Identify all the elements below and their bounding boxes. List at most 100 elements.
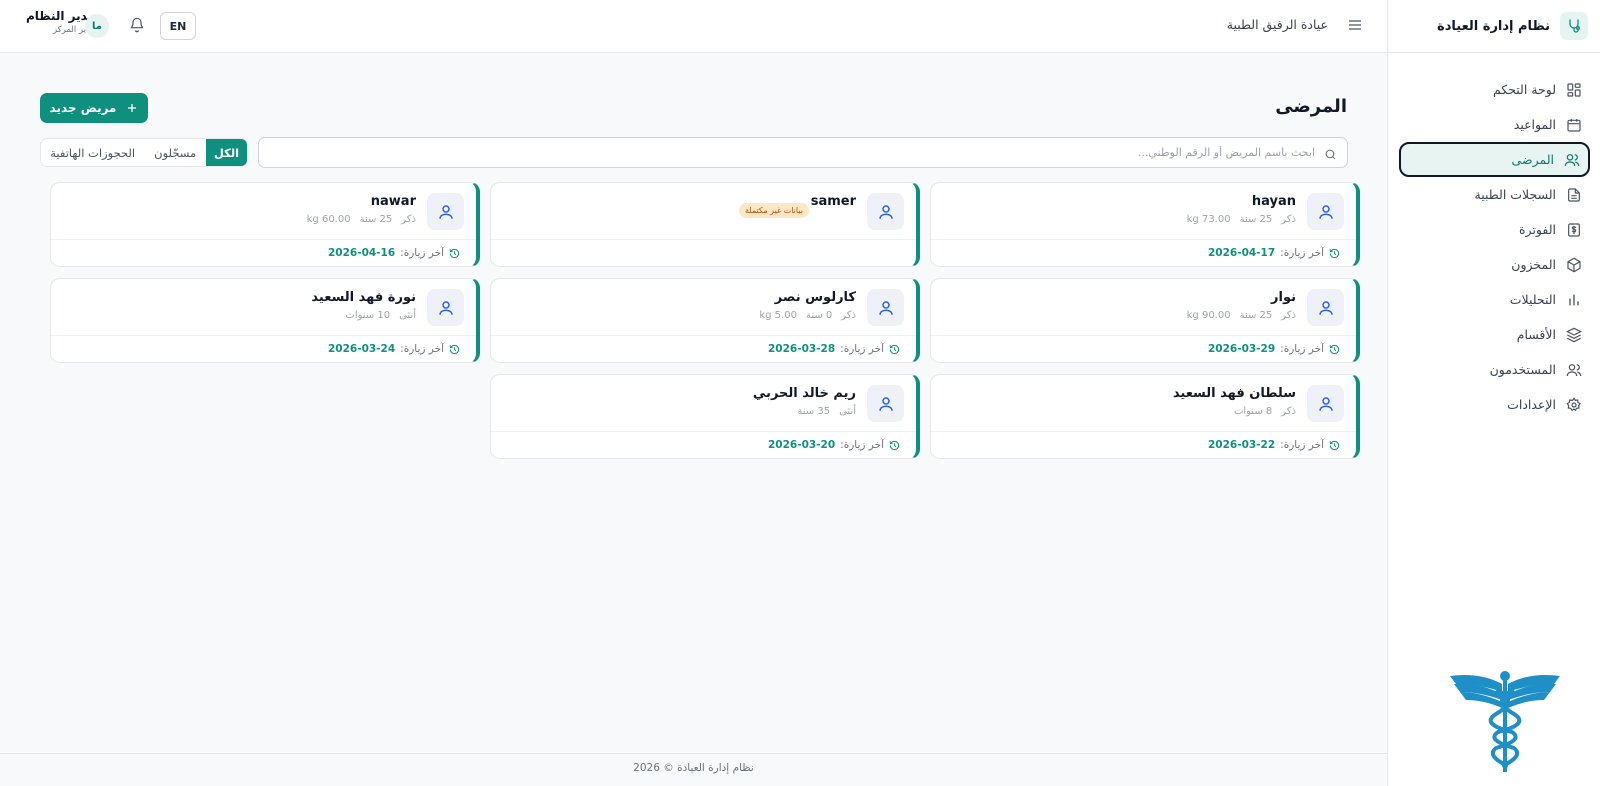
sidebar-item-billing[interactable]: الفوترة bbox=[1399, 212, 1590, 247]
patient-weight: kg 90.00 bbox=[1186, 310, 1231, 321]
last-visit-label: آخر زيارة: bbox=[1280, 439, 1324, 451]
sidebar-item-dashboard[interactable]: لوحة التحكم bbox=[1399, 72, 1590, 107]
patient-card[interactable]: ريم خالد الحربي أنثى 35 سنة آخر زيارة: 2026-… bbox=[490, 374, 920, 459]
patient-gender: أنثى bbox=[399, 310, 416, 321]
person-icon bbox=[427, 289, 464, 326]
last-visit-label: آخر زيارة: bbox=[400, 247, 444, 259]
document-icon bbox=[1568, 187, 1580, 202]
hamburger-menu-icon[interactable] bbox=[1347, 17, 1363, 37]
patient-gender: ذكر bbox=[1281, 214, 1296, 225]
patient-meta: ذكر 25 سنة kg 60.00 bbox=[307, 214, 416, 225]
avatar[interactable]: ما bbox=[85, 14, 109, 38]
patient-card[interactable]: كارلوس نصر ذكر 0 سنة kg 5.00 آخر زيارة: 2026-… bbox=[490, 278, 920, 363]
patient-card[interactable]: nawar ذكر 25 سنة kg 60.00 آخر زيارة: 2026-04-… bbox=[50, 182, 480, 267]
sidebar-item-medical-records[interactable]: السجلات الطبية bbox=[1399, 177, 1590, 212]
last-visit: آخر زيارة: 2026-03-22 bbox=[1208, 439, 1340, 451]
users-icon bbox=[1564, 153, 1580, 166]
layers-icon bbox=[1566, 327, 1582, 342]
patient-card[interactable]: samer بيانات غير مكتملة bbox=[490, 182, 920, 267]
card-divider bbox=[491, 431, 916, 432]
last-visit-label: آخر زيارة: bbox=[840, 343, 884, 355]
person-icon bbox=[1307, 385, 1344, 422]
gear-icon bbox=[1566, 396, 1581, 411]
person-icon bbox=[867, 193, 904, 230]
sidebar-item-analytics[interactable]: التحليلات bbox=[1399, 282, 1590, 317]
history-icon bbox=[1329, 440, 1340, 451]
filter-all[interactable]: الكل bbox=[206, 139, 247, 166]
last-visit: آخر زيارة: 2026-03-20 bbox=[768, 439, 900, 451]
patient-name: نورة فهد السعيد bbox=[311, 290, 416, 305]
app-title: نظام إدارة العيادة bbox=[1437, 18, 1550, 34]
patient-card[interactable]: hayan ذكر 25 سنة kg 73.00 آخر زيارة: 2026-04-… bbox=[930, 182, 1360, 267]
sidebar-item-departments[interactable]: الأقسام bbox=[1399, 317, 1590, 352]
search-box bbox=[258, 137, 1348, 168]
filter-phone-bookings[interactable]: الحجوزات الهاتفية bbox=[41, 139, 144, 166]
plus-icon bbox=[128, 104, 137, 112]
patient-age: 8 سنوات bbox=[1233, 406, 1273, 417]
patient-name: سلطان فهد السعيد bbox=[1172, 386, 1296, 401]
sidebar-item-users[interactable]: المستخدمون bbox=[1399, 352, 1590, 387]
card-divider bbox=[51, 239, 476, 240]
history-icon bbox=[889, 344, 900, 355]
patient-gender: أنثى bbox=[839, 406, 856, 417]
sidebar-nav: لوحة التحكم المواعيد المرضى السجلات الطب… bbox=[1388, 53, 1600, 422]
patient-age: 0 سنة bbox=[805, 310, 833, 321]
sidebar-item-settings[interactable]: الإعدادات bbox=[1399, 387, 1590, 422]
patient-gender: ذكر bbox=[401, 214, 416, 225]
person-icon bbox=[867, 385, 904, 422]
patient-card[interactable]: نورة فهد السعيد أنثى 10 سنوات آخر زيارة: 202… bbox=[50, 278, 480, 363]
language-toggle-button[interactable]: EN bbox=[160, 12, 196, 40]
card-divider bbox=[931, 431, 1356, 432]
sidebar-item-patients[interactable]: المرضى bbox=[1399, 142, 1590, 177]
box-icon bbox=[1567, 257, 1581, 272]
sidebar-item-label: المرضى bbox=[1511, 152, 1554, 167]
patient-card[interactable]: سلطان فهد السعيد ذكر 8 سنوات آخر زيارة: 2026… bbox=[930, 374, 1360, 459]
sidebar-item-label: المواعيد bbox=[1513, 117, 1556, 132]
last-visit-label: آخر زيارة: bbox=[840, 439, 884, 451]
patient-gender: ذكر bbox=[841, 310, 856, 321]
new-patient-label: مريض جديد bbox=[49, 101, 117, 115]
patient-age: 35 سنة bbox=[797, 406, 831, 417]
clinic-name: عيادة الرفيق الطبية bbox=[1226, 17, 1328, 32]
page-title: المرضى bbox=[1275, 96, 1347, 117]
dashboard-icon bbox=[1567, 82, 1581, 97]
last-visit-date: 2026-03-28 bbox=[767, 343, 836, 355]
last-visit-label: آخر زيارة: bbox=[400, 343, 444, 355]
sidebar-item-label: السجلات الطبية bbox=[1474, 187, 1556, 202]
search-input[interactable] bbox=[259, 138, 1347, 167]
last-visit: آخر زيارة: 2026-03-29 bbox=[1208, 343, 1340, 355]
bell-icon[interactable] bbox=[129, 17, 145, 37]
filter-registered[interactable]: مسجّلون bbox=[144, 139, 206, 166]
sidebar-item-label: المخزون bbox=[1511, 257, 1556, 272]
user-name: مدير النظام bbox=[26, 9, 96, 23]
new-patient-button[interactable]: مريض جديد bbox=[40, 93, 148, 123]
sidebar-brand: نظام إدارة العيادة bbox=[1388, 0, 1600, 53]
caduceus-logo bbox=[1450, 671, 1560, 772]
sidebar: نظام إدارة العيادة لوحة التحكم المواعيد … bbox=[1387, 0, 1600, 786]
top-header: عيادة الرفيق الطبية مدير النظام مدير الم… bbox=[0, 0, 1387, 53]
sidebar-item-label: المستخدمون bbox=[1489, 362, 1556, 377]
patient-age: 25 سنة bbox=[1239, 214, 1273, 225]
card-divider bbox=[931, 239, 1356, 240]
last-visit-date: 2026-03-22 bbox=[1207, 439, 1276, 451]
patient-weight: kg 60.00 bbox=[306, 214, 351, 225]
patient-weight: kg 73.00 bbox=[1186, 214, 1231, 225]
sidebar-item-label: التحليلات bbox=[1509, 292, 1556, 307]
last-visit: آخر زيارة: 2026-03-24 bbox=[328, 343, 460, 355]
patient-card[interactable]: نوار ذكر 25 سنة kg 90.00 آخر زيارة: 2026-03-2… bbox=[930, 278, 1360, 363]
patient-age: 25 سنة bbox=[359, 214, 393, 225]
patient-name: samer bbox=[810, 194, 856, 209]
card-divider bbox=[51, 335, 476, 336]
sidebar-item-label: الإعدادات bbox=[1507, 397, 1556, 412]
patient-gender: ذكر bbox=[1281, 406, 1296, 417]
patient-filter-tabs: الحجوزات الهاتفية مسجّلون الكل bbox=[40, 138, 248, 167]
footer-text: نظام إدارة العيادة © 2026 bbox=[633, 762, 754, 774]
card-divider bbox=[491, 335, 916, 336]
last-visit-date: 2026-03-24 bbox=[327, 343, 396, 355]
sidebar-item-inventory[interactable]: المخزون bbox=[1399, 247, 1590, 282]
last-visit: آخر زيارة: 2026-04-16 bbox=[328, 247, 460, 259]
sidebar-item-label: لوحة التحكم bbox=[1492, 82, 1556, 97]
sidebar-item-appointments[interactable]: المواعيد bbox=[1399, 107, 1590, 142]
bar-chart-icon bbox=[1569, 294, 1579, 305]
patient-meta: ذكر 8 سنوات bbox=[1234, 406, 1296, 417]
